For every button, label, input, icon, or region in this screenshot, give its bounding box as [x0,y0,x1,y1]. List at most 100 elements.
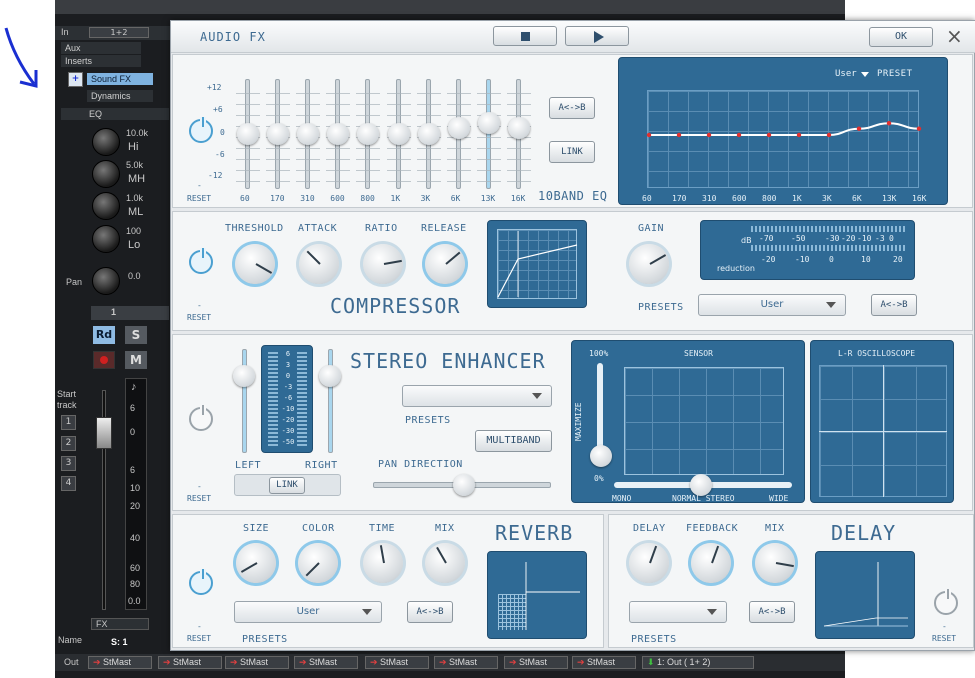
delay-mix-knob[interactable] [755,543,795,583]
reverb-preset-select[interactable]: User [234,601,382,623]
stop-button[interactable] [493,26,557,46]
eq-hi-knob[interactable] [92,128,120,156]
eq-slider-thumb-6K[interactable] [447,116,470,139]
eq-lo-knob[interactable] [92,225,120,253]
add-insert-button[interactable]: + [68,72,83,87]
left-slider-thumb[interactable] [233,365,255,387]
right-slider-thumb[interactable] [319,365,341,387]
eq-curve-point-60[interactable] [646,132,652,138]
eq-curve-point-6K[interactable] [856,126,862,131]
output-select-2[interactable]: ➔ StMast [158,656,222,669]
feedback-knob[interactable] [691,543,731,583]
meter-scale-m10: 10 [130,483,141,493]
reverb-ab-button[interactable]: A<->B [407,601,453,623]
output-select-7[interactable]: ➔ StMast [504,656,568,669]
gain-knob[interactable] [629,244,669,284]
input-row[interactable]: In 1+2 [55,26,170,40]
insert-dynamics[interactable]: Dynamics [87,90,153,102]
size-knob[interactable] [236,543,276,583]
eq-ml-knob[interactable] [92,192,120,220]
play-button[interactable] [565,26,629,46]
multiband-button[interactable]: MULTIBAND [475,430,552,452]
solo-button[interactable]: S [125,326,147,344]
pan-direction-thumb[interactable] [453,474,475,496]
output-select-5[interactable]: ➔ StMast [365,656,429,669]
insert-sound-fx[interactable]: Sound FX [87,73,153,85]
eq-power-icon[interactable] [189,117,213,143]
close-icon[interactable]: × [946,24,963,48]
attack-knob[interactable] [299,244,339,284]
output-select-4[interactable]: ➔ StMast [294,656,358,669]
eq-curve-point-1K[interactable] [796,132,802,138]
time-knob[interactable] [363,543,403,583]
inserts-row[interactable]: Inserts [61,55,141,67]
delay-time-knob[interactable] [629,543,669,583]
eq-band-label-800: 800 [360,194,375,203]
eq-slider-thumb-16K[interactable] [507,116,530,139]
play-icon [594,31,604,43]
release-knob[interactable] [425,244,465,284]
track-4-button[interactable]: 4 [61,476,76,491]
output-select-main[interactable]: ⬇ 1: Out ( 1+ 2) [642,656,754,669]
eq-reset-label[interactable]: RESET [187,194,211,203]
eq-display-freq-16K: 16K [912,194,927,203]
eq-curve-point-600[interactable] [736,132,742,138]
eq-lo-name: Lo [128,239,141,251]
compressor-ab-button[interactable]: A<->B [871,294,917,316]
eq-curve-point-800[interactable] [766,132,772,138]
eq-curve-point-170[interactable] [676,132,682,138]
eq-ab-button[interactable]: A<->B [549,97,595,119]
ok-button[interactable]: OK [869,27,933,47]
track-3-button[interactable]: 3 [61,456,76,471]
output-select-6[interactable]: ➔ StMast [434,656,498,669]
eq-curve-point-13K[interactable] [886,121,892,126]
track-2-button[interactable]: 2 [61,436,76,451]
routing-select[interactable]: 1+2 [89,27,149,38]
threshold-knob[interactable] [235,244,275,284]
delay-power-icon[interactable] [934,589,958,615]
delay-ab-button[interactable]: A<->B [749,601,795,623]
output-select-8[interactable]: ➔ StMast [572,656,636,669]
read-button[interactable]: Rd [93,326,115,344]
output-select-3[interactable]: ➔ StMast [225,656,289,669]
eq-slider-thumb-13K[interactable] [477,111,500,134]
stereo-power-icon[interactable] [189,405,213,431]
eq-slider-thumb-170[interactable] [267,123,290,145]
eq-row[interactable]: EQ [61,108,169,120]
eq-slider-thumb-3K[interactable] [417,123,440,145]
reverb-power-icon[interactable] [189,569,213,595]
stereo-link-button[interactable]: LINK [269,477,305,494]
reverb-mix-label: MIX [435,523,455,534]
track-1-button[interactable]: 1 [61,415,76,430]
stereo-preset-select[interactable] [402,385,552,407]
pan-knob[interactable] [92,267,120,295]
delay-preset-select[interactable] [629,601,727,623]
width-slider-thumb[interactable] [690,474,712,496]
eq-slider-thumb-60[interactable] [237,123,259,145]
eq-curve-point-3K[interactable] [826,132,832,138]
stereo-reset-label[interactable]: RESET [187,494,211,503]
eq-mh-knob[interactable] [92,160,120,188]
eq-curve-point-310[interactable] [706,132,712,138]
reduction-scale-20: 20 [893,255,903,264]
ratio-knob[interactable] [363,244,403,284]
eq-link-button[interactable]: LINK [549,141,595,163]
maximize-slider-thumb[interactable] [590,445,612,467]
compressor-power-icon[interactable] [189,248,213,274]
stereo-reset-dot: - [197,482,202,491]
eq-slider-thumb-1K[interactable] [387,123,410,145]
compressor-reset-label[interactable]: RESET [187,313,211,322]
aux-row[interactable]: Aux [61,42,141,54]
record-button[interactable] [93,351,115,369]
delay-reset-label[interactable]: RESET [932,634,956,643]
maximize-label: MAXIMIZE [574,402,583,441]
reverb-reset-label[interactable]: RESET [187,634,211,643]
compressor-preset-select[interactable]: User [698,294,846,316]
volume-fader[interactable] [96,417,112,449]
color-knob[interactable] [298,543,338,583]
eq-curve-point-16K[interactable] [916,126,922,131]
mute-button[interactable]: M [125,351,147,369]
reverb-mix-knob[interactable] [425,543,465,583]
fx-select[interactable]: FX [91,618,149,630]
output-select-1[interactable]: ➔ StMast [88,656,152,669]
